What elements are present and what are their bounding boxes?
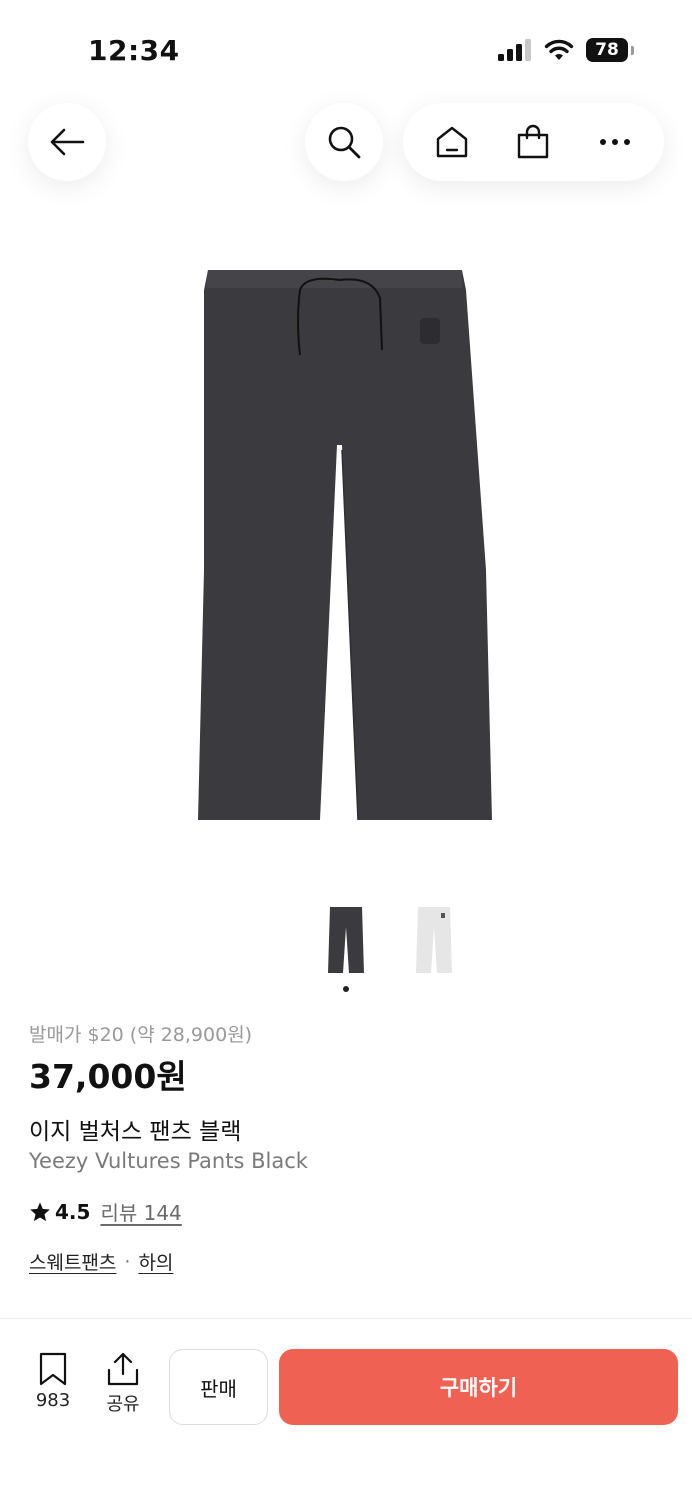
bookmark-button[interactable]: 983	[25, 1352, 81, 1418]
product-name-ko: 이지 벌처스 팬츠 블랙	[29, 1119, 242, 1145]
sell-button[interactable]: 판매	[169, 1349, 268, 1425]
status-indicators: 78	[498, 38, 634, 62]
search-button[interactable]	[305, 103, 383, 181]
thumbnail-strip	[0, 900, 692, 980]
battery-icon: 78	[586, 38, 628, 62]
status-time: 12:34	[88, 34, 180, 67]
bookmark-icon	[39, 1352, 67, 1386]
nav-actions-group	[403, 103, 664, 181]
cart-button[interactable]	[498, 107, 568, 177]
more-button[interactable]	[580, 107, 650, 177]
share-icon	[107, 1352, 139, 1386]
star-icon	[30, 1201, 50, 1221]
share-label: 공유	[106, 1394, 140, 1415]
product-image[interactable]	[0, 240, 692, 860]
buy-button[interactable]: 구매하기	[279, 1349, 678, 1425]
tag-bottoms[interactable]: 하의	[138, 1248, 173, 1275]
price: 37,000원	[29, 1057, 187, 1096]
share-button[interactable]: 공유	[95, 1352, 151, 1418]
tag-sweatpants[interactable]: 스웨트팬츠	[29, 1248, 116, 1275]
status-bar: 12:34 78	[0, 0, 692, 100]
home-icon	[436, 126, 468, 158]
wifi-icon	[544, 39, 574, 60]
rating-score: 4.5	[55, 1199, 91, 1224]
review-link[interactable]: 리뷰 144	[100, 1197, 181, 1226]
tag-separator: ·	[124, 1250, 131, 1273]
carousel-indicator	[343, 986, 349, 992]
thumbnail-white[interactable]	[404, 900, 464, 980]
back-button[interactable]	[28, 103, 106, 181]
home-button[interactable]	[417, 107, 487, 177]
back-arrow-icon	[50, 128, 85, 156]
more-icon	[600, 139, 631, 145]
divider	[0, 1318, 692, 1319]
search-icon	[328, 126, 361, 159]
bookmark-count: 983	[35, 1390, 71, 1411]
release-price: 발매가 $20 (약 28,900원)	[29, 1024, 253, 1046]
shopping-bag-icon	[518, 124, 549, 159]
product-name-en: Yeezy Vultures Pants Black	[29, 1149, 308, 1173]
rating-row: 4.5 리뷰 144	[29, 1197, 182, 1226]
signal-icon	[498, 39, 531, 61]
thumbnail-black[interactable]	[316, 900, 376, 980]
battery-level: 78	[595, 40, 619, 60]
category-tags: 스웨트팬츠 · 하의	[29, 1248, 173, 1275]
battery-nub	[631, 45, 634, 55]
